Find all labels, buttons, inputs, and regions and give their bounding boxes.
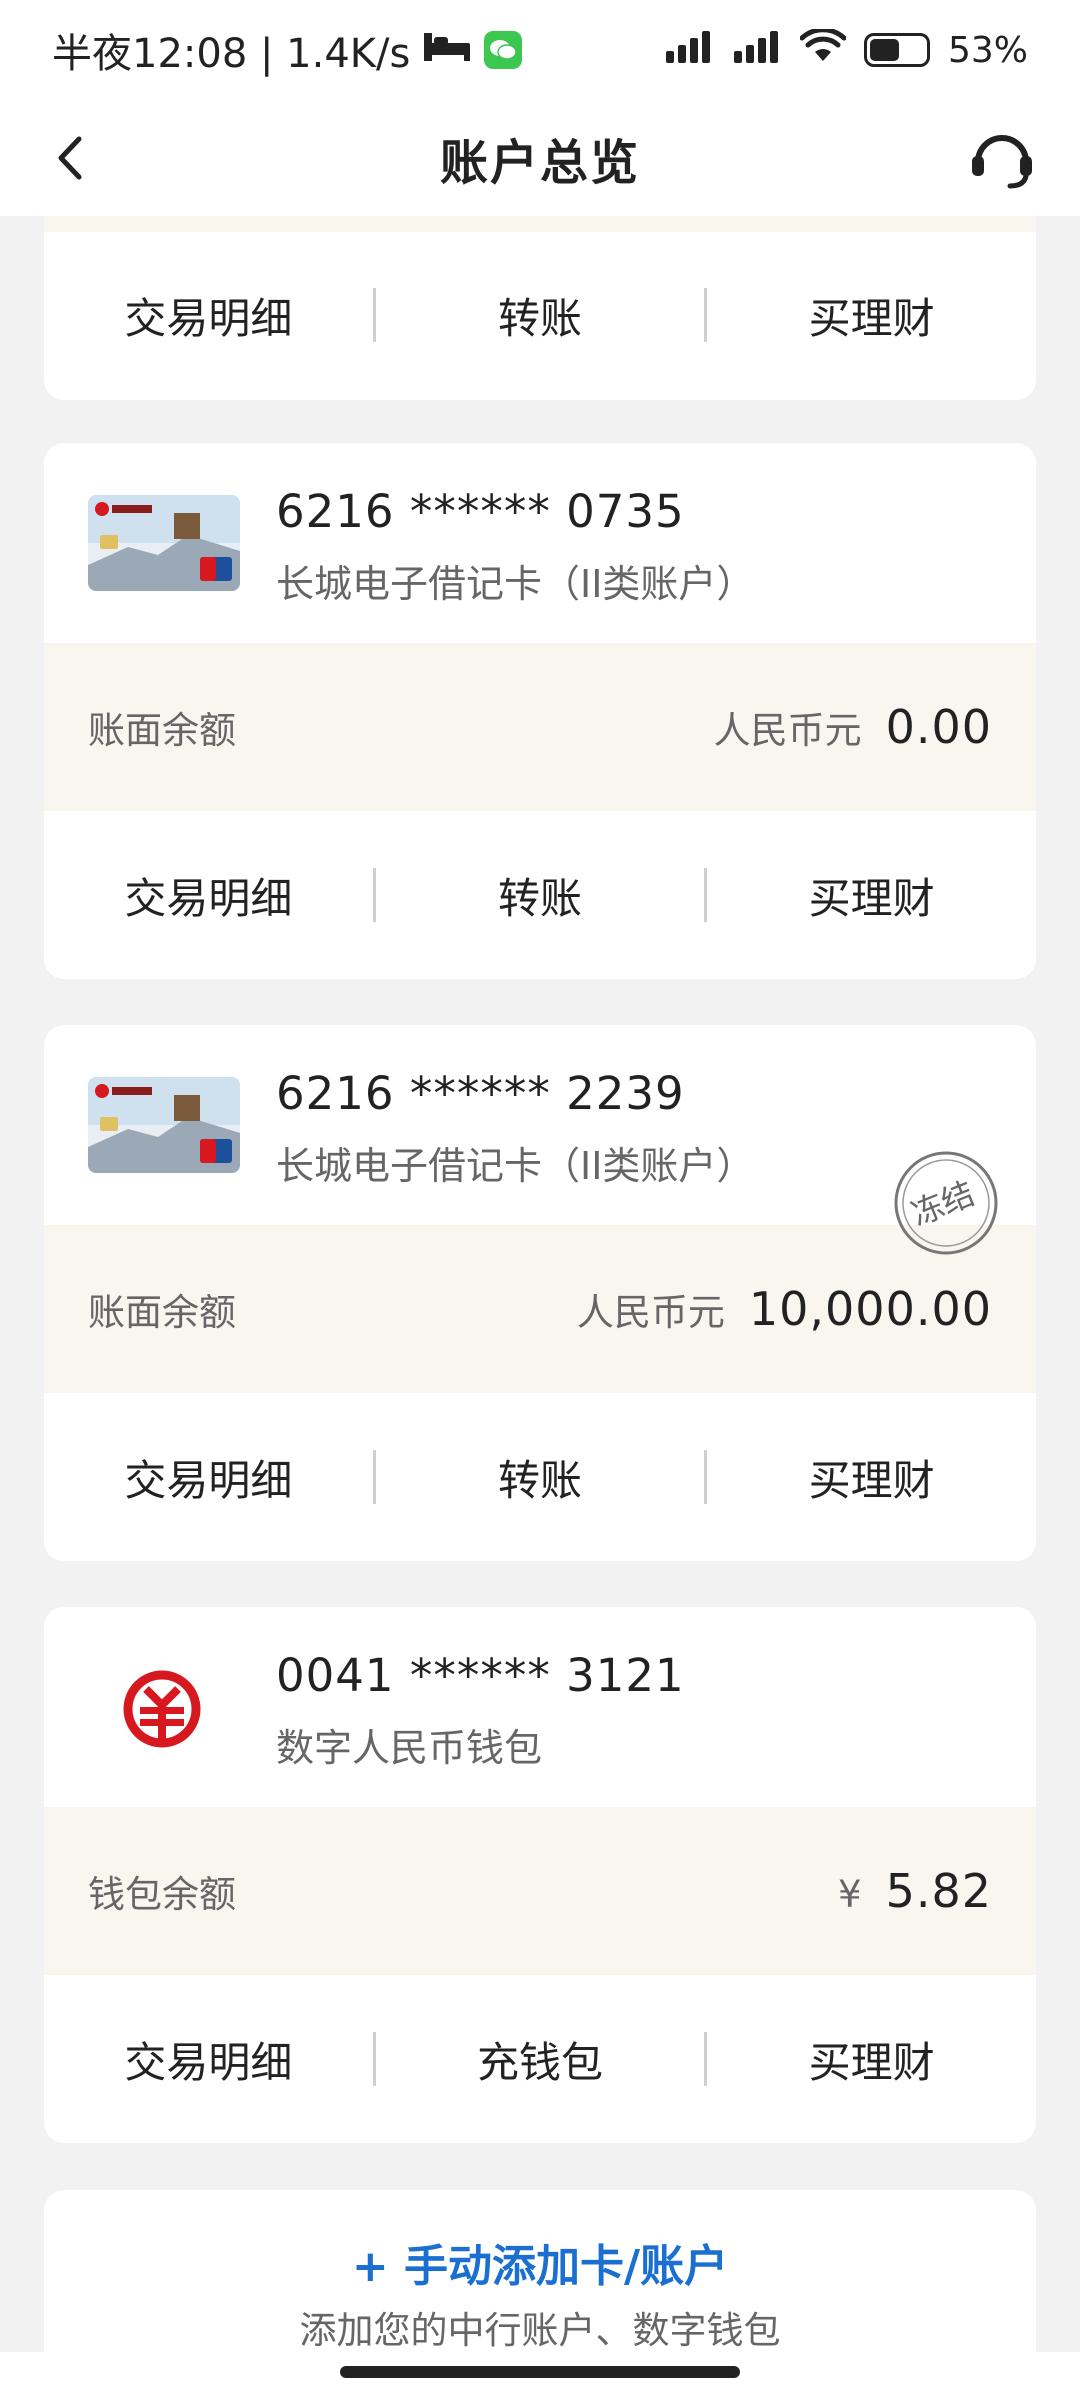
balance-row: 账面余额 人民币元 0.00 [44,643,1036,811]
home-indicator[interactable] [340,2366,740,2378]
transaction-details-button[interactable]: 交易明细 [44,2029,373,2090]
bank-card-thumbnail [88,495,240,591]
account-number: 6216 ****** 2239 [276,1067,685,1120]
status-bar: 半夜12:08 | 1.4K/s 53% [0,0,1080,100]
buy-wealth-button[interactable]: 买理财 [707,2029,1036,2090]
card-header[interactable]: 6216 ****** 2239 长城电子借记卡（II类账户） 冻结 [44,1025,1036,1255]
wallet-number: 0041 ****** 3121 [276,1649,685,1702]
balance-label: 账面余额 [88,1291,236,1334]
customer-service-icon [972,135,1032,189]
wifi-icon [799,27,847,73]
balance-row: 钱包余额 ¥ 5.82 [44,1807,1036,1975]
page-title: 账户总览 [439,135,640,191]
balance-amount: 0.00 [885,700,992,754]
currency-label: 人民币元 [713,709,862,752]
customer-service-button[interactable] [962,118,1042,198]
transaction-details-button[interactable]: 交易明细 [44,285,373,346]
back-button[interactable] [40,128,100,188]
signal-icon [664,27,714,73]
buy-wealth-button[interactable]: 买理财 [707,1447,1036,1508]
buy-wealth-button[interactable]: 买理财 [707,285,1036,346]
transfer-button[interactable]: 转账 [376,285,705,346]
transaction-details-button[interactable]: 交易明细 [44,865,373,926]
bed-icon [422,27,472,73]
account-number: 6216 ****** 0735 [276,485,685,538]
status-time: 半夜12:08 | 1.4K/s [52,31,411,77]
balance-amount: 10,000.00 [748,1282,992,1336]
back-chevron-icon [58,136,82,180]
frozen-stamp: 冻结 [892,1149,1000,1257]
account-type: 长城电子借记卡（II类账户） [276,1144,755,1188]
top-up-wallet-button[interactable]: 充钱包 [376,2029,705,2090]
balance-amount: 5.82 [885,1864,992,1918]
account-card: 交易明细 转账 买理财 [44,230,1036,400]
ecny-logo-icon [122,1669,202,1749]
card-header[interactable]: 6216 ****** 0735 长城电子借记卡（II类账户） [44,443,1036,643]
action-row: 交易明细 转账 买理财 [44,230,1036,400]
nav-bar: 账户总览 [0,100,1080,216]
account-card[interactable]: 6216 ****** 2239 长城电子借记卡（II类账户） 冻结 账面余额 … [44,1025,1036,1561]
bank-card-thumbnail [88,1077,240,1173]
wallet-card[interactable]: 0041 ****** 3121 数字人民币钱包 钱包余额 ¥ 5.82 交易明… [44,1607,1036,2143]
add-account-button[interactable]: + 手动添加卡/账户 [44,2230,1036,2294]
action-row: 交易明细 转账 买理财 [44,811,1036,979]
action-row: 交易明细 充钱包 买理财 [44,1975,1036,2143]
transaction-details-button[interactable]: 交易明细 [44,1447,373,1508]
balance-row-edge [44,216,1036,232]
signal-icon [732,27,782,73]
buy-wealth-button[interactable]: 买理财 [707,865,1036,926]
account-type: 长城电子借记卡（II类账户） [276,562,755,606]
currency-label: 人民币元 [576,1291,725,1334]
balance-label: 账面余额 [88,709,236,752]
battery-level: 53% [947,29,1028,71]
wechat-icon [484,31,523,69]
balance-row: 账面余额 人民币元 10,000.00 [44,1225,1036,1393]
account-card[interactable]: 6216 ****** 0735 长城电子借记卡（II类账户） 账面余额 人民币… [44,443,1036,979]
balance-label: 钱包余额 [88,1873,236,1916]
transfer-button[interactable]: 转账 [376,865,705,926]
battery-icon [863,33,930,67]
transfer-button[interactable]: 转账 [376,1447,705,1508]
wallet-type: 数字人民币钱包 [276,1726,543,1770]
card-header[interactable]: 0041 ****** 3121 数字人民币钱包 [44,1607,1036,1807]
action-row: 交易明细 转账 买理财 [44,1393,1036,1561]
add-account-subtitle: 添加您的中行账户、数字钱包 [299,2309,781,2352]
currency-label: ¥ [838,1873,862,1916]
